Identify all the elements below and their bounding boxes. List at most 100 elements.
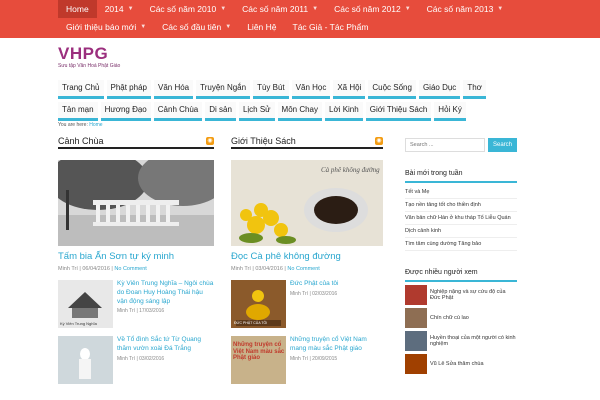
- topnav-item-2014[interactable]: 2014 ▼: [97, 0, 142, 18]
- list-item[interactable]: Những truyện cổ Việt Nam màu sắc Phật gi…: [231, 336, 383, 384]
- comments-link[interactable]: No Comment: [287, 266, 319, 272]
- popular-post[interactable]: Vũ Lê Sửa thăm chùa: [405, 354, 517, 374]
- post-author[interactable]: Minh Trí: [290, 356, 308, 362]
- post-author[interactable]: Minh Trí: [290, 291, 308, 297]
- thumbnail-caption: ĐỨC PHẬT CỦA TÔI: [234, 321, 268, 325]
- breadcrumb-home-link[interactable]: Home: [89, 122, 102, 128]
- category-item[interactable]: Phật pháp: [106, 80, 151, 99]
- post-thumbnail[interactable]: [58, 336, 113, 384]
- search-form: Search: [405, 138, 517, 152]
- post-author[interactable]: Minh Trí: [117, 356, 135, 362]
- topnav-item-gioi-thieu[interactable]: Giới thiệu báo mới ▼: [58, 18, 154, 36]
- post-thumbnail[interactable]: ĐỨC PHẬT CỦA TÔI: [231, 280, 286, 328]
- popular-post[interactable]: Huyền thoại của một người có kinh nghiệm: [405, 331, 517, 351]
- topnav-item-2010[interactable]: Các số năm 2010 ▼: [142, 0, 235, 18]
- post-thumbnail[interactable]: Những truyện cổ Việt Nam màu sắc Phật gi…: [231, 336, 286, 384]
- featured-image[interactable]: Cà phê không đường: [231, 160, 383, 246]
- topnav-label: Các số năm 2012: [334, 4, 401, 14]
- category-item[interactable]: Giới Thiệu Sách: [365, 102, 432, 121]
- section-title[interactable]: Giới Thiệu Sách: [231, 136, 296, 146]
- list-item[interactable]: Kỳ Viên Trung Nghĩa Kỳ Viên Trung Nghĩa …: [58, 280, 214, 328]
- topnav-item-dau-tien[interactable]: Các số đầu tiên ▼: [154, 18, 239, 36]
- rss-icon[interactable]: ◉: [375, 137, 383, 145]
- popular-post-title[interactable]: Chín chữ cù lao: [430, 315, 469, 321]
- category-item[interactable]: Tản mạn: [58, 102, 98, 121]
- category-item[interactable]: Văn Học: [291, 80, 331, 99]
- book-cover-caption: Cà phê không đường: [321, 166, 380, 174]
- thumbnail-caption: Những truyện cổ Việt Nam màu sắc Phật gi…: [233, 342, 285, 362]
- post-title[interactable]: Về Tổ đình Sắc tứ Từ Quang thăm vườn xoà…: [117, 336, 214, 354]
- popular-post-title[interactable]: Nghiệp nặng và sự cứu độ của Đức Phật: [430, 289, 517, 301]
- post-title[interactable]: Kỳ Viên Trung Nghĩa – Ngôi chùa do Đoan …: [117, 280, 214, 306]
- breadcrumb: You are here: Home: [58, 122, 103, 128]
- popular-post[interactable]: Nghiệp nặng và sự cứu độ của Đức Phật: [405, 285, 517, 305]
- category-item[interactable]: Lời Kinh: [325, 102, 363, 121]
- comments-link[interactable]: No Comment: [114, 266, 146, 272]
- category-item[interactable]: Di sản: [205, 102, 236, 121]
- latest-post-link[interactable]: Tìm tâm cùng dường Tăng bảo: [405, 238, 517, 251]
- section-title[interactable]: Cảnh Chùa: [58, 136, 104, 146]
- latest-post-link[interactable]: Tết và Mẹ: [405, 186, 517, 199]
- post-meta: Minh Trí | 06/04/2016 | No Comment: [58, 266, 147, 272]
- topnav-item-lien-he[interactable]: Liên Hệ: [239, 18, 284, 36]
- chevron-down-icon: ▼: [497, 6, 504, 12]
- popular-thumbnail[interactable]: [405, 285, 427, 305]
- site-logo[interactable]: VHPG: [58, 44, 108, 64]
- category-item[interactable]: Văn Hóa: [153, 80, 194, 99]
- topnav-label: Các số năm 2010: [149, 4, 217, 14]
- statue-thumb: [58, 336, 113, 384]
- category-item[interactable]: Hỏi Ký: [434, 102, 466, 121]
- list-item[interactable]: ĐỨC PHẬT CỦA TÔI Đức Phật của tôi Minh T…: [231, 280, 383, 328]
- topnav-item-2011[interactable]: Các số năm 2011 ▼: [234, 0, 326, 18]
- category-item[interactable]: Hương Đạo: [100, 102, 151, 121]
- post-date: 17/03/2016: [139, 308, 165, 315]
- popular-thumbnail[interactable]: [405, 331, 427, 351]
- category-item[interactable]: Lịch Sử: [238, 102, 275, 121]
- category-item[interactable]: Môn Chay: [277, 102, 322, 121]
- post-title[interactable]: Đức Phật của tôi: [290, 280, 338, 289]
- topnav-item-tac-gia[interactable]: Tác Giả - Tác Phẩm: [285, 18, 377, 36]
- latest-post-link[interactable]: Văn bản chữ Hán ở khu tháp Tổ Liễu Quán: [405, 212, 517, 225]
- post-author[interactable]: Minh Trí: [58, 266, 78, 272]
- post-date: 03/02/2016: [139, 355, 165, 362]
- popular-thumbnail[interactable]: [405, 308, 427, 328]
- popular-post[interactable]: Chín chữ cù lao: [405, 308, 517, 328]
- post-date: 03/04/2016: [255, 266, 283, 272]
- category-row: Trang Chủ Phật pháp Văn Hóa Truyện Ngắn …: [58, 80, 522, 99]
- chevron-down-icon: ▼: [312, 6, 319, 12]
- popular-post-title[interactable]: Vũ Lê Sửa thăm chùa: [430, 361, 484, 367]
- topnav-item-2013[interactable]: Các số năm 2013 ▼: [419, 0, 512, 18]
- topnav-label: Các số đầu tiên: [162, 22, 222, 32]
- post-thumbnail[interactable]: Kỳ Viên Trung Nghĩa: [58, 280, 113, 328]
- category-item[interactable]: Thơ: [463, 80, 486, 99]
- category-item[interactable]: Truyện Ngắn: [196, 80, 251, 99]
- search-input[interactable]: [405, 138, 485, 152]
- latest-post-link[interactable]: Tạo nền tảng tốt cho thiền định: [405, 199, 517, 212]
- post-author[interactable]: Minh Trí: [117, 308, 135, 314]
- category-item[interactable]: Giáo Dục: [418, 80, 461, 99]
- popular-post-title[interactable]: Huyền thoại của một người có kinh nghiệm: [430, 335, 517, 347]
- popular-thumbnail[interactable]: [405, 354, 427, 374]
- rss-icon[interactable]: ◉: [206, 137, 214, 145]
- post-date: 20/09/2015: [312, 355, 338, 362]
- category-item[interactable]: Cuộc Sống: [368, 80, 416, 99]
- category-item[interactable]: Cảnh Chùa: [153, 102, 203, 121]
- post-author[interactable]: Minh Trí: [231, 266, 251, 272]
- site-header: VHPG Sưu tập Văn Hoá Phật Giáo: [0, 38, 600, 80]
- post-title[interactable]: Những truyện cổ Việt Nam mang màu sắc Ph…: [290, 336, 383, 354]
- category-item[interactable]: Tùy Bút: [253, 80, 289, 99]
- chevron-down-icon: ▼: [404, 6, 411, 12]
- list-item[interactable]: Về Tổ đình Sắc tứ Từ Quang thăm vườn xoà…: [58, 336, 214, 384]
- featured-title[interactable]: Đọc Cà phê không đường: [231, 251, 383, 262]
- category-item[interactable]: Xã Hội: [333, 80, 366, 99]
- category-item[interactable]: Trang Chủ: [58, 80, 104, 99]
- featured-title[interactable]: Tấm bia Ấn Sơn tự ký minh: [58, 251, 214, 262]
- temple-photo: [58, 160, 214, 246]
- search-button[interactable]: Search: [488, 138, 517, 152]
- latest-post-link[interactable]: Dịch cảnh kinh: [405, 225, 517, 238]
- topnav-item-2012[interactable]: Các số năm 2012 ▼: [326, 0, 419, 18]
- topnav-item-home[interactable]: Home: [58, 0, 97, 18]
- post-date: 02/03/2016: [312, 290, 338, 297]
- featured-image[interactable]: [58, 160, 214, 246]
- topnav-label: Giới thiệu báo mới: [66, 22, 137, 32]
